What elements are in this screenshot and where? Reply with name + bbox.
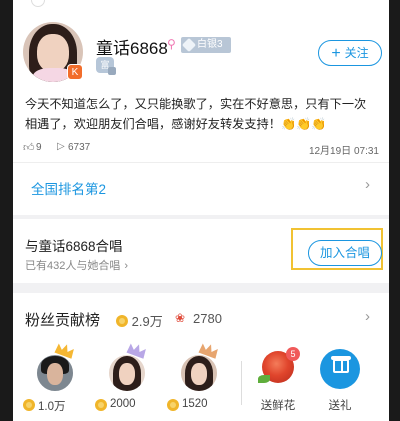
fans-card: 粉丝贡献榜 2.9万 ❀ 2780 › 1.0万 2000 1520 5 送鲜花… [13,293,389,421]
duet-card: 与童话6868合唱 已有432人与她合唱 › 加入合唱 [13,219,389,283]
top-fan-1[interactable]: 1.0万 [23,343,79,421]
screen: K 童话6868 ⚲ 白银3 富 + 关注 今天不知道怎么了，又只能换歌了，实在不… [0,0,400,421]
diamond-icon [181,37,197,53]
duet-count-link[interactable]: 已有432人与她合唱 › [25,257,128,273]
total-coins-value: 2.9万 [131,314,163,329]
chevron-right-icon[interactable]: › [365,308,370,325]
avatar-face [119,363,135,385]
send-flower-label: 送鲜花 [260,400,296,412]
thumbs-up-icon[interactable]: 👍︎ [23,141,35,154]
coin-icon [95,399,107,411]
divider [13,162,389,163]
leaf-icon [258,375,270,383]
send-gift-label: 送礼 [328,400,352,412]
follow-label: 关注 [344,46,369,60]
wealth-level-icon [108,67,116,75]
left-edge [0,0,13,421]
avatar-face [37,34,69,72]
phone-screen: K 童话6868 ⚲ 白银3 富 + 关注 今天不知道怎么了，又只能换歌了，实在不… [13,0,389,421]
fan-contribution: 2000 [110,398,136,410]
flower-icon: ❀ [175,311,186,325]
clap-emoji: 👏👏👏 [280,117,327,131]
chevron-right-icon[interactable]: › [365,176,370,193]
profile-card: K 童话6868 ⚲ 白银3 富 + 关注 今天不知道怎么了，又只能换歌了，实在不… [13,0,389,215]
duet-title: 与童话6868合唱 [25,239,123,254]
coin-icon [167,399,179,411]
top-fan-3[interactable]: 1520 [167,343,223,421]
bio-text: 今天不知道怎么了，又只能换歌了，实在不好意思，只有下一次相遇了，欢迎朋友们合唱，… [25,94,377,134]
send-flower-button[interactable]: 5 送鲜花 [254,347,302,417]
k-badge-icon: K [67,64,83,80]
avatar-face [191,363,207,385]
rank-badge[interactable]: 白银3 [181,37,231,53]
fan-contribution: 1520 [182,398,208,410]
follow-button[interactable]: + 关注 [318,40,382,66]
coin-icon [23,399,35,411]
coin-icon [116,315,128,327]
divider [241,361,242,405]
avatar-face [47,363,63,385]
play-count: 6737 [68,142,91,153]
rank-badge-label: 白银3 [197,39,223,50]
duet-subtitle: 已有432人与她合唱 [25,260,121,272]
like-count: 9 [36,142,42,153]
section-gap [13,283,389,293]
top-fan-2[interactable]: 2000 [95,343,151,421]
post-date: 12月19日 07:31 [308,146,379,157]
scroll-knob[interactable] [31,0,45,7]
location-pin-icon: ⚲ [167,37,176,51]
play-icon: ▷ [57,141,65,152]
total-flowers: 2780 [193,311,222,326]
send-gift-button[interactable]: 送礼 [315,349,365,417]
gift-icon [320,349,360,389]
join-duet-button[interactable]: 加入合唱 [308,240,382,266]
gift-ribbon [341,359,343,373]
flower-count-badge: 5 [286,347,300,361]
right-edge [389,0,400,421]
chevron-right-icon: › [124,260,129,272]
plus-icon: + [331,45,341,62]
fan-contribution: 1.0万 [38,401,66,413]
username: 童话6868 [96,39,168,58]
national-rank-link[interactable]: 全国排名第2 [31,178,106,198]
fans-title: 粉丝贡献榜 [25,312,101,329]
post-stats: 👍︎ 9 ▷ 6737 12月19日 07:31 [23,140,379,157]
total-coins: 2.9万 [116,311,163,330]
